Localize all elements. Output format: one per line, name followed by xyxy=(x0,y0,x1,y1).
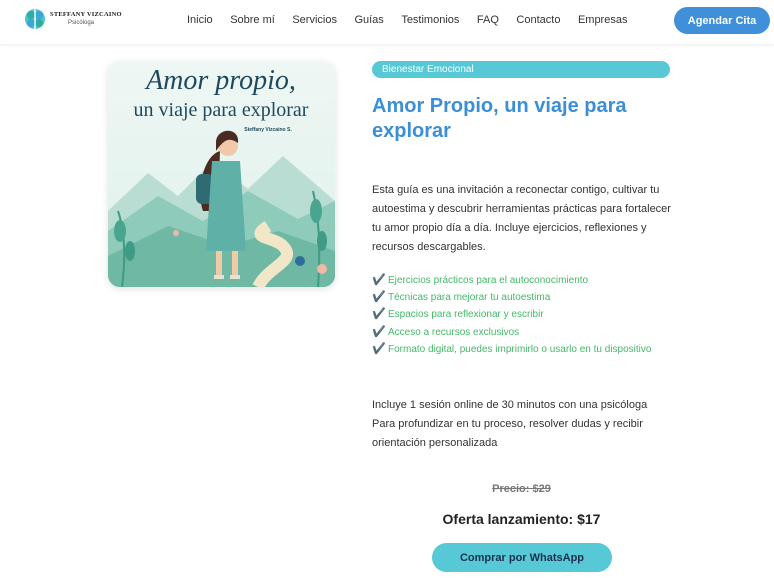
nav-link-inicio[interactable]: Inicio xyxy=(187,14,213,26)
cover-title-line-2: un viaje para explorar xyxy=(134,99,309,121)
book-appointment-button[interactable]: Agendar Cita xyxy=(674,7,770,34)
original-price: Precio: $29 xyxy=(492,483,551,495)
nav-link-testimonios[interactable]: Testimonios xyxy=(401,14,459,26)
brand-subtitle: Psicóloga xyxy=(68,19,95,26)
check-mark-icon: ✔️ xyxy=(372,308,386,321)
site-header: STEFFANY VIZCAINO Psicóloga Inicio Sobre… xyxy=(0,0,774,44)
nav-link-servicios[interactable]: Servicios xyxy=(292,14,337,26)
check-mark-icon: ✔️ xyxy=(372,274,386,286)
session-info: Incluye 1 sesión online de 30 minutos co… xyxy=(372,399,648,449)
feature-item: ✔️ Ejercicios prácticos para el autoconoc… xyxy=(372,272,682,289)
category-badge: Bienestar Emocional xyxy=(372,61,670,78)
feature-item: ✔️ Técnicas para mejorar tu autoestima xyxy=(372,289,682,306)
guide-cover-image: Amor propio, un viaje para explorar Stef… xyxy=(108,61,335,287)
feature-list: ✔️ Ejercicios prácticos para el autoconoc… xyxy=(372,272,682,358)
feature-text: Ejercicios prácticos para el autoconocim… xyxy=(388,275,589,286)
feature-item: ✔️ Formato digital, puedes imprimirlo o u… xyxy=(372,341,682,358)
nav-link-faq[interactable]: FAQ xyxy=(477,14,499,26)
nav-link-contacto[interactable]: Contacto xyxy=(516,14,560,26)
nav-link-guias[interactable]: Guías xyxy=(354,14,383,26)
check-mark-icon: ✔️ xyxy=(372,342,386,355)
feature-text: Acceso a recursos exclusivos xyxy=(388,326,520,338)
brand-logo[interactable]: STEFFANY VIZCAINO Psicóloga xyxy=(24,6,122,32)
feature-item: ✔️ Espacios para reflexionar y escribir xyxy=(372,306,682,323)
brain-logo-icon xyxy=(24,6,46,32)
feature-text: Espacios para reflexionar y escribir xyxy=(388,309,544,321)
offer-price: Oferta lanzamiento: $17 xyxy=(442,511,601,527)
check-mark-icon: ✔️ xyxy=(372,291,386,304)
buy-whatsapp-button[interactable]: Comprar por WhatsApp xyxy=(432,543,612,572)
product-description: Esta guía es una invitación a reconectar… xyxy=(372,184,671,253)
brand-name: STEFFANY VIZCAINO xyxy=(50,11,122,19)
nav-link-sobre-mi[interactable]: Sobre mí xyxy=(230,14,275,26)
main-nav: Inicio Sobre mí Servicios Guías Testimon… xyxy=(187,14,645,26)
cover-author: Steffany Vizcaino S. xyxy=(244,127,292,133)
cover-title-line-1: Amor propio, xyxy=(144,65,296,96)
feature-text: Formato digital, puedes imprimirlo o usa… xyxy=(388,343,652,355)
feature-item: ✔️ Acceso a recursos exclusivos xyxy=(372,324,682,341)
nav-link-empresas[interactable]: Empresas xyxy=(578,14,628,26)
feature-text: Técnicas para mejorar tu autoestima xyxy=(388,292,551,304)
check-mark-icon: ✔️ xyxy=(372,325,386,338)
product-title: Amor Propio, un viaje para explorar xyxy=(372,95,627,142)
